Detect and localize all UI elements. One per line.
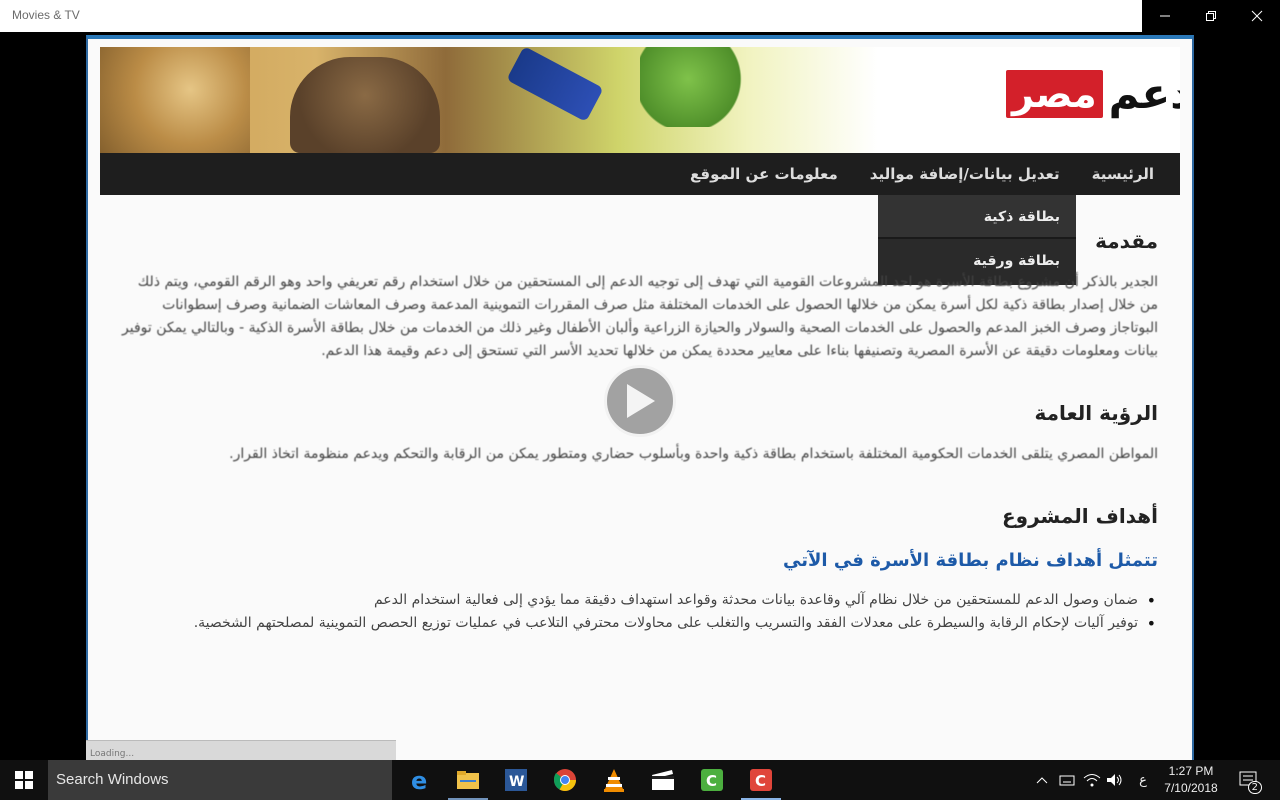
browser-status-bar: Loading... [86, 740, 396, 760]
chevron-up-icon [1036, 777, 1048, 784]
tray-network[interactable] [1080, 760, 1104, 800]
site-navbar: الرئيسية تعديل بيانات/إضافة مواليد معلوم… [100, 153, 1180, 195]
restore-icon [1206, 11, 1216, 21]
logo-text: دعم [1108, 69, 1180, 118]
goals-heading: أهداف المشروع [1002, 504, 1158, 528]
show-hidden-icons-button[interactable] [1032, 760, 1052, 800]
taskbar-file-explorer[interactable] [444, 760, 492, 800]
close-button[interactable] [1234, 0, 1280, 32]
vision-paragraph: المواطن المصري يتلقى الخدمات الحكومية ال… [229, 446, 1158, 462]
bread-image [290, 57, 440, 153]
taskbar-vlc[interactable] [590, 760, 638, 800]
wifi-icon [1083, 774, 1101, 787]
goals-subheading: تتمثل أهداف نظام بطاقة الأسرة في الآتي [783, 550, 1158, 571]
nav-item-edit-data: تعديل بيانات/إضافة مواليد [869, 165, 1060, 183]
minimize-button[interactable] [1142, 0, 1188, 32]
movies-tv-icon [652, 770, 674, 790]
window-controls [1142, 0, 1280, 32]
taskbar-edge[interactable]: e [396, 760, 444, 800]
intro-paragraph: الجدير بالذكر أن مشروع بطاقة الأسرة هو ا… [122, 274, 1158, 359]
word-icon: W [505, 769, 527, 791]
search-placeholder: Search Windows [56, 771, 169, 788]
taskbar-movies-tv[interactable] [639, 760, 687, 800]
list-item: توفير آليات لإحكام الرقابة والسيطرة على … [118, 612, 1158, 635]
edge-icon: e [411, 768, 427, 792]
taskbar-chrome[interactable] [541, 760, 589, 800]
close-icon [1251, 10, 1263, 22]
camtasia-icon: C [701, 769, 723, 791]
title-bar: Movies & TV [0, 0, 1142, 32]
taskbar-camtasia[interactable]: C [688, 760, 736, 800]
notification-badge: 2 [1247, 781, 1262, 794]
tray-language[interactable]: ع [1132, 760, 1154, 800]
nav-item-home: الرئيسية [1091, 165, 1154, 183]
status-text: Loading... [90, 749, 135, 759]
action-center-button[interactable]: 2 [1234, 760, 1264, 800]
language-indicator: ع [1139, 772, 1147, 788]
svg-text:e: e [411, 768, 427, 792]
keyboard-icon [1059, 775, 1075, 786]
video-area[interactable]: دعم مصر الرئيسية تعديل بيانات/إضافة موال… [0, 32, 1280, 760]
play-icon [627, 384, 655, 418]
taskbar-camtasia-recorder[interactable]: C [737, 760, 785, 800]
start-button[interactable] [0, 760, 48, 800]
clock-time: 1:27 PM [1168, 764, 1214, 778]
site-banner: دعم مصر [100, 47, 1180, 153]
minimize-icon [1160, 15, 1170, 17]
intro-heading: مقدمة [1095, 229, 1158, 253]
site-logo: دعم مصر [1006, 69, 1180, 118]
restore-button[interactable] [1188, 0, 1234, 32]
file-explorer-icon [457, 771, 479, 789]
logo-badge: مصر [1006, 69, 1103, 118]
volume-icon [1107, 774, 1122, 786]
vlc-icon [604, 769, 624, 792]
camtasia-recorder-icon: C [750, 769, 772, 791]
tray-keyboard[interactable] [1056, 760, 1078, 800]
tray-volume[interactable] [1104, 760, 1126, 800]
list-item: ضمان وصول الدعم للمستحقين من خلال نظام آ… [118, 589, 1158, 612]
grain-image [100, 47, 250, 153]
svg-text:C: C [755, 772, 766, 790]
taskbar-clock[interactable]: 1:27 PM 7/10/2018 [1156, 763, 1226, 797]
windows-logo-icon [15, 771, 33, 789]
chrome-icon [553, 769, 576, 791]
leaf-image [640, 47, 760, 127]
clock-date: 7/10/2018 [1164, 781, 1218, 795]
taskbar-word[interactable]: W [492, 760, 540, 800]
nav-item-about: معلومات عن الموقع [690, 165, 838, 183]
taskbar-search-box[interactable]: Search Windows [48, 760, 392, 800]
play-button[interactable] [604, 365, 676, 437]
fuel-nozzle-image [506, 47, 604, 122]
window-title: Movies & TV [12, 8, 80, 22]
goals-list: ضمان وصول الدعم للمستحقين من خلال نظام آ… [118, 589, 1158, 635]
svg-text:W: W [509, 774, 524, 790]
svg-text:C: C [706, 772, 717, 790]
taskbar: Search Windows e W C C ع 1:27 PM 7/10/20… [0, 760, 1280, 800]
